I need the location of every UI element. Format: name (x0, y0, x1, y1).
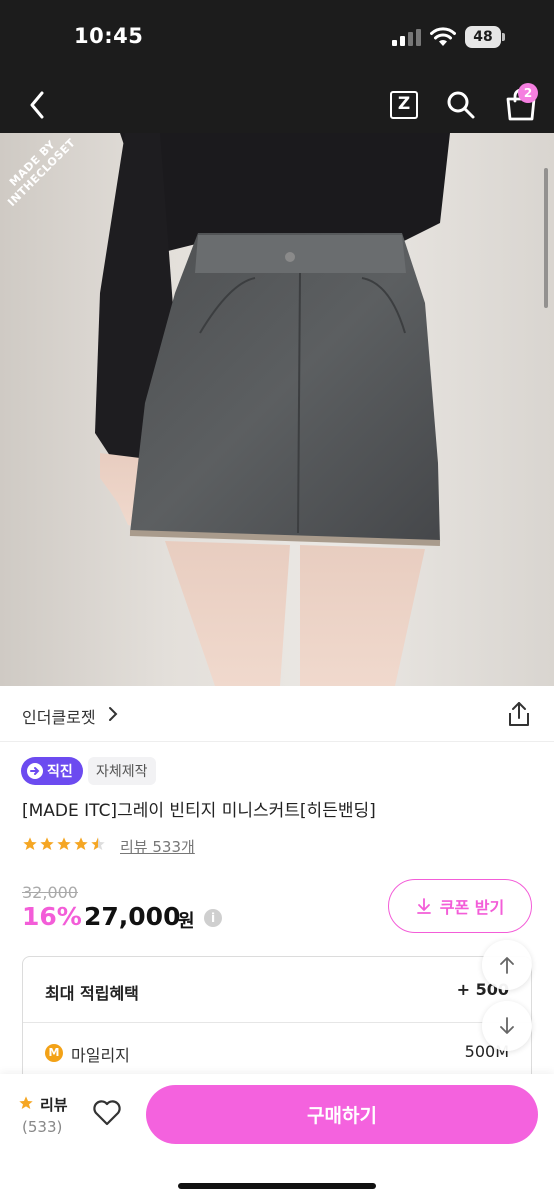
heart-icon[interactable] (92, 1099, 122, 1127)
battery-level: 48 (465, 26, 501, 48)
product-title: [MADE ITC]그레이 빈티지 미니스커트[히든밴딩] (22, 801, 376, 821)
price-info-icon[interactable]: i (204, 909, 222, 927)
back-button[interactable] (22, 88, 52, 122)
reward-title: 최대 적립혜택 (45, 984, 139, 1003)
download-icon (416, 898, 431, 914)
half-star-icon (91, 837, 105, 850)
search-icon[interactable] (446, 90, 476, 120)
direct-arrow-icon (27, 763, 43, 779)
status-time: 10:45 (74, 24, 144, 48)
discount-rate: 16% (22, 902, 82, 931)
star-icon (23, 837, 37, 850)
brand-row[interactable]: 인더클로젯 (0, 686, 554, 742)
wifi-icon (430, 27, 456, 46)
purchase-bar: 리뷰 (533) 구매하기 (0, 1074, 554, 1200)
direct-label: 직진 (47, 764, 73, 780)
arrow-up-icon (500, 957, 514, 974)
coupon-download-button[interactable]: 쿠폰 받기 (388, 879, 532, 933)
home-indicator (178, 1183, 376, 1189)
star-icon (19, 1096, 33, 1109)
bottom-review-label[interactable]: 리뷰 (40, 1094, 68, 1115)
scroll-to-top-button[interactable] (482, 940, 532, 990)
direct-delivery-badge: 직진 (21, 757, 83, 785)
mileage-label: 마일리지 (71, 1046, 130, 1065)
rating-stars (22, 836, 106, 852)
bottom-review-count[interactable]: (533) (22, 1118, 62, 1136)
chevron-left-icon (30, 91, 44, 119)
star-icon (74, 837, 88, 850)
own-made-badge: 자체제작 (88, 757, 156, 785)
top-bar: 10:45 48 Z 2 (0, 0, 554, 133)
buy-button[interactable]: 구매하기 (146, 1085, 538, 1144)
reward-summary-row[interactable]: 최대 적립혜택 + 500 (23, 957, 531, 1023)
zigzag-z-button[interactable]: Z (390, 91, 418, 119)
share-icon[interactable] (506, 700, 532, 728)
skirt-photo (95, 133, 450, 686)
coupon-label: 쿠폰 받기 (439, 898, 505, 917)
cellular-signal-icon (392, 29, 422, 46)
cart-count-badge: 2 (518, 83, 538, 103)
star-icon (40, 837, 54, 850)
scroll-to-bottom-button[interactable] (482, 1001, 532, 1051)
image-scroll-indicator (544, 168, 548, 308)
price-unit: 원 (178, 911, 195, 932)
sale-price: 27,000 (84, 902, 181, 931)
original-price: 32,000 (22, 883, 78, 902)
star-icon (57, 837, 71, 850)
mileage-coin-icon: M (45, 1044, 63, 1062)
product-image[interactable]: MADE BY INTHECLOSET (0, 133, 554, 686)
chevron-right-icon (109, 707, 118, 721)
brand-name[interactable]: 인더클로젯 (22, 704, 96, 728)
arrow-down-icon (500, 1017, 514, 1034)
review-count-link[interactable]: 리뷰 533개 (120, 836, 195, 857)
battery-icon: 48 (465, 26, 505, 48)
